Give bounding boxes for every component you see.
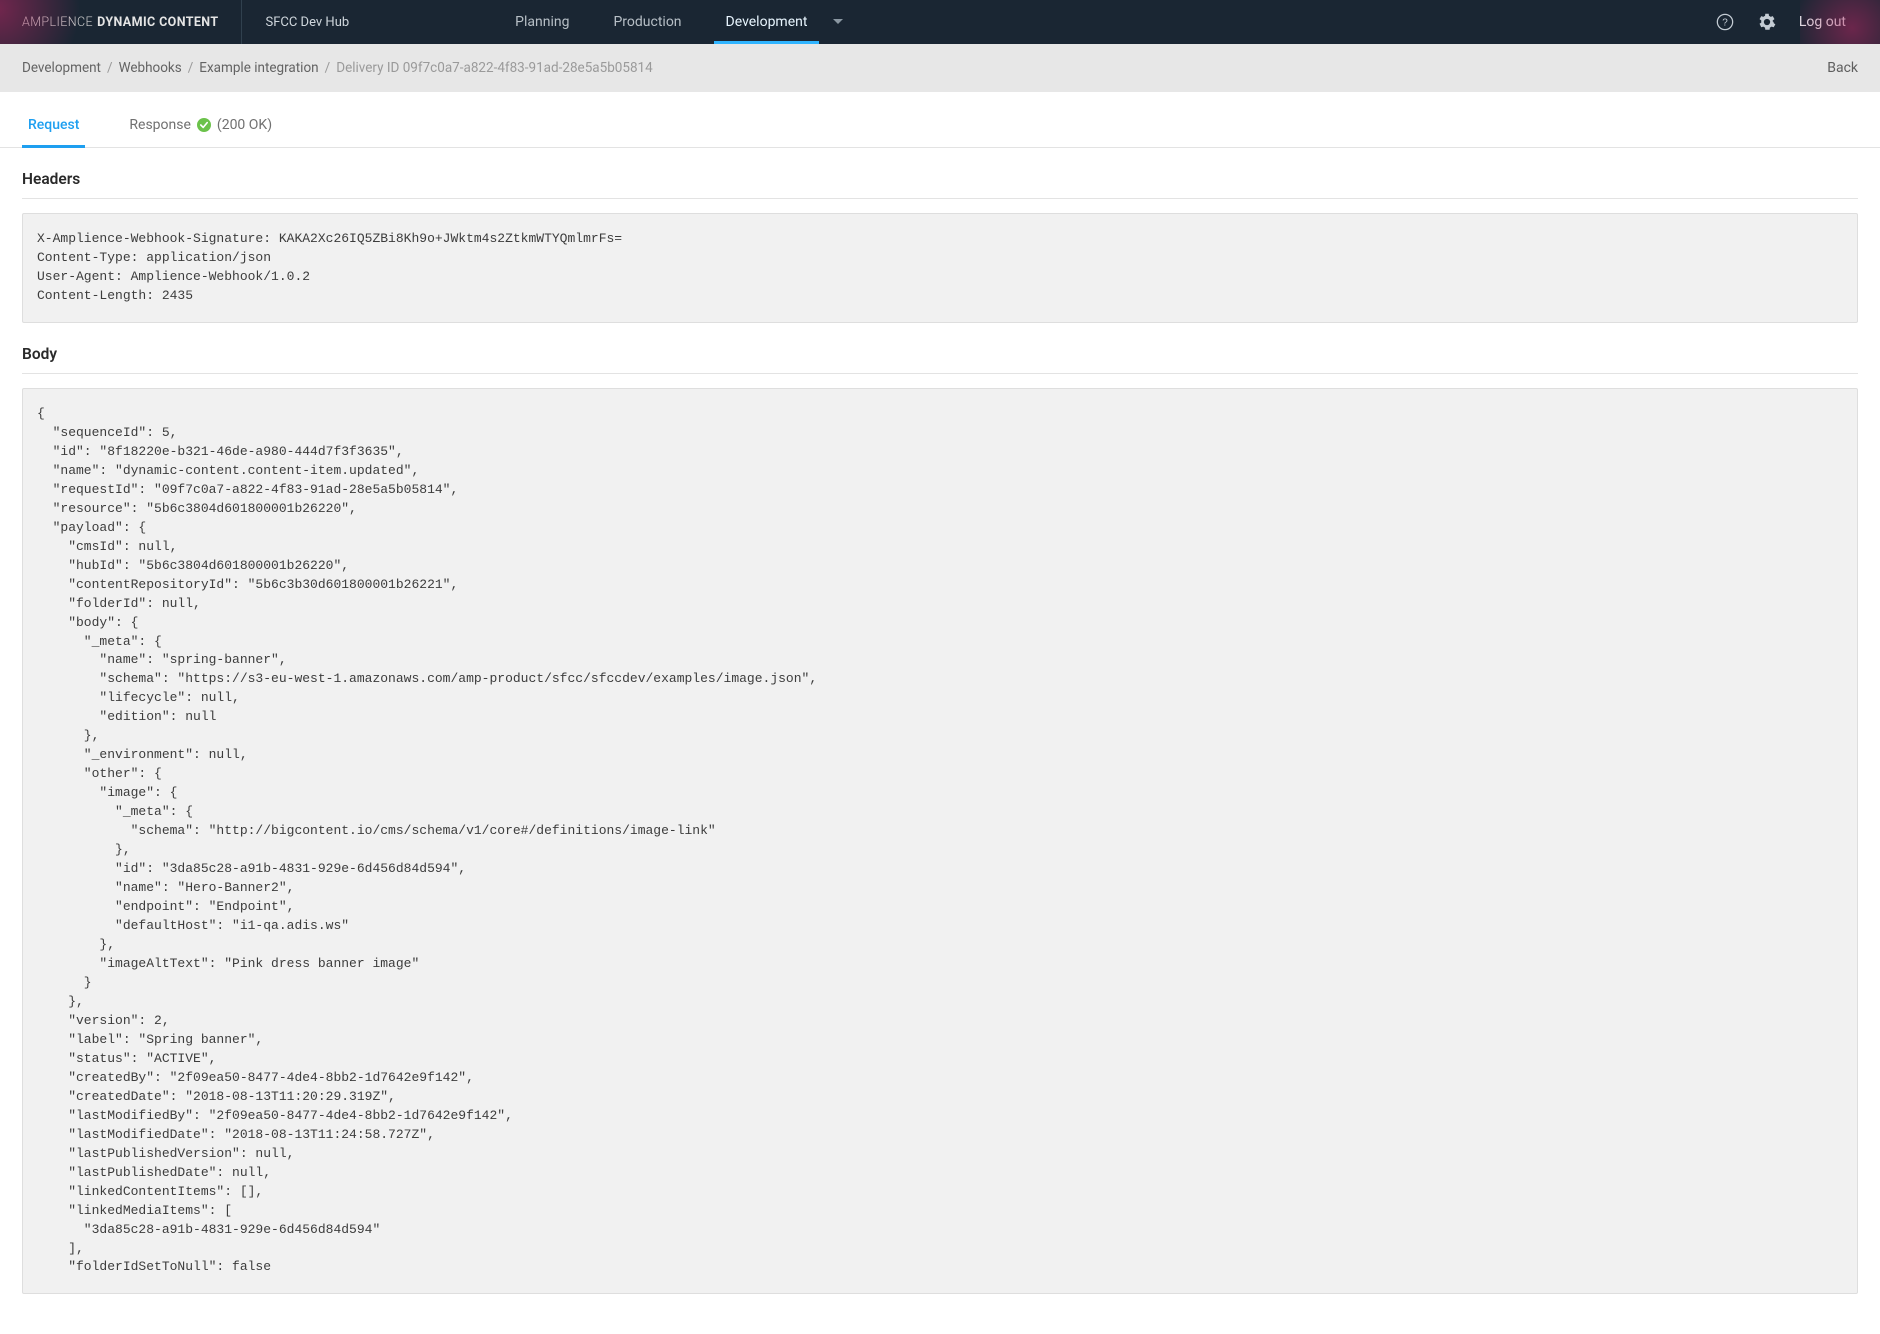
tab-response[interactable]: Response (200 OK) [123, 99, 278, 147]
breadcrumb-sep: / [182, 60, 200, 76]
hub-name[interactable]: SFCC Dev Hub [242, 15, 374, 30]
content-area: Headers X-Amplience-Webhook-Signature: K… [0, 148, 1880, 1334]
tab-response-label: Response [129, 117, 191, 133]
breadcrumb-bar: Development / Webhooks / Example integra… [0, 44, 1880, 92]
top-tabs: Planning Production Development [493, 0, 861, 44]
tab-planning[interactable]: Planning [493, 0, 591, 44]
status-success-icon [197, 118, 211, 132]
breadcrumb-sep: / [319, 60, 337, 76]
headers-section-title: Headers [22, 148, 1858, 199]
brand-left: AMPLIENCE [22, 15, 93, 30]
tab-dropdown-caret[interactable] [829, 0, 861, 44]
chevron-down-icon [833, 19, 843, 25]
help-button[interactable]: ? [1715, 12, 1735, 32]
settings-button[interactable] [1757, 12, 1777, 32]
breadcrumb-development[interactable]: Development [22, 60, 101, 76]
tab-development[interactable]: Development [704, 0, 830, 44]
gear-icon [1758, 13, 1776, 31]
brand-right: DYNAMIC CONTENT [97, 15, 218, 30]
body-section-title: Body [22, 323, 1858, 374]
logout-link[interactable]: Log out [1799, 14, 1846, 30]
tab-request[interactable]: Request [22, 99, 85, 147]
tab-production[interactable]: Production [591, 0, 703, 44]
detail-tabs: Request Response (200 OK) [0, 92, 1880, 148]
breadcrumb-example-integration[interactable]: Example integration [199, 60, 318, 76]
top-nav: AMPLIENCE DYNAMIC CONTENT SFCC Dev Hub P… [0, 0, 1880, 44]
brand-logo: AMPLIENCE DYNAMIC CONTENT [0, 0, 242, 44]
headers-code-block[interactable]: X-Amplience-Webhook-Signature: KAKA2Xc26… [22, 213, 1858, 323]
svg-text:?: ? [1722, 18, 1728, 29]
status-code-text: (200 OK) [217, 117, 272, 133]
back-link[interactable]: Back [1827, 60, 1858, 76]
breadcrumb-delivery-id: Delivery ID 09f7c0a7-a822-4f83-91ad-28e5… [336, 60, 653, 76]
breadcrumb-sep: / [101, 60, 119, 76]
body-code-block[interactable]: { "sequenceId": 5, "id": "8f18220e-b321-… [22, 388, 1858, 1295]
top-right-actions: ? Log out [1715, 0, 1880, 44]
breadcrumb-webhooks[interactable]: Webhooks [119, 60, 182, 76]
help-icon: ? [1716, 13, 1734, 31]
